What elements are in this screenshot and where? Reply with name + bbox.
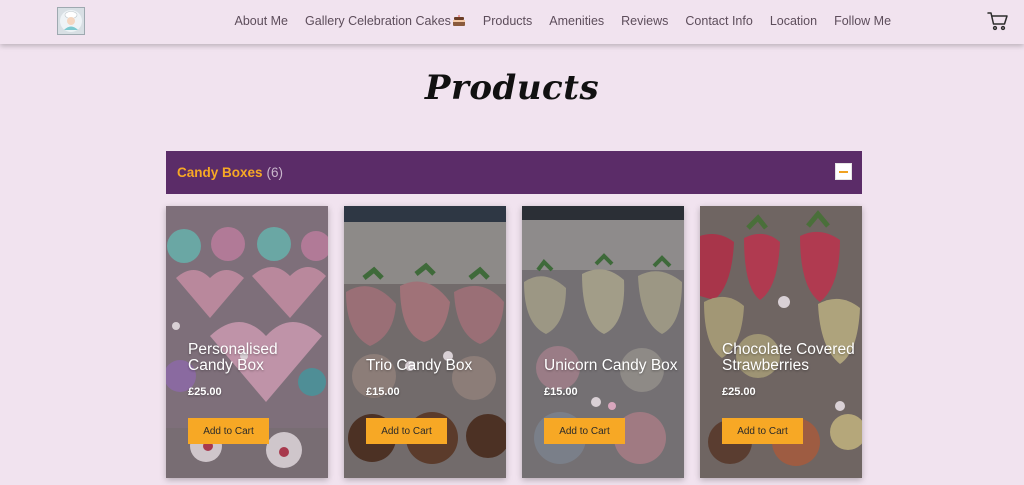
nav-about-me[interactable]: About Me [235, 14, 289, 28]
category-count: (6) [266, 165, 284, 180]
nav-label: Amenities [549, 14, 605, 28]
product-price: £25.00 [188, 386, 222, 398]
top-navigation-bar: About Me Gallery Celebration Cakes Produ… [0, 0, 1024, 44]
nav-label: About Me [234, 14, 289, 28]
nav-label: Location [769, 14, 818, 28]
product-name: Unicorn Candy Box [544, 357, 678, 374]
nav-label: Products [482, 14, 533, 28]
product-price: £25.00 [722, 386, 756, 398]
nav-location[interactable]: Location [770, 14, 817, 28]
cake-icon [452, 15, 465, 26]
nav-amenities[interactable]: Amenities [549, 14, 604, 28]
cart-icon [987, 12, 1008, 31]
product-card[interactable]: Chocolate Covered Strawberries £25.00 Ad… [700, 206, 862, 478]
nav-label: Reviews [621, 14, 669, 28]
nav-contact-info[interactable]: Contact Info [685, 14, 752, 28]
product-name: Chocolate Covered Strawberries [722, 341, 855, 374]
category-name: Candy Boxes [177, 165, 263, 180]
product-price: £15.00 [366, 386, 400, 398]
nav-label: Follow Me [834, 14, 892, 28]
nav-label: Contact Info [685, 14, 753, 28]
product-card[interactable]: Unicorn Candy Box £15.00 Add to Cart [522, 206, 684, 478]
baker-avatar-icon [60, 10, 82, 32]
nav-gallery-celebration-cakes[interactable]: Gallery Celebration Cakes [305, 14, 466, 28]
collapse-button[interactable] [835, 163, 852, 180]
product-name: Trio Candy Box [366, 357, 473, 374]
product-card[interactable]: Trio Candy Box £15.00 Add to Cart [344, 206, 506, 478]
add-to-cart-button[interactable]: Add to Cart [188, 418, 269, 444]
nav-products[interactable]: Products [483, 14, 532, 28]
category-header[interactable]: Candy Boxes (6) [166, 151, 862, 194]
main-nav: About Me Gallery Celebration Cakes Produ… [226, 0, 900, 42]
nav-label: Gallery Celebration Cakes [305, 14, 451, 28]
page-title: Products [424, 68, 600, 108]
minus-icon [839, 170, 848, 173]
product-price: £15.00 [544, 386, 578, 398]
product-name: Personalised Candy Box [188, 341, 278, 374]
nav-follow-me[interactable]: Follow Me [834, 14, 891, 28]
nav-reviews[interactable]: Reviews [621, 14, 668, 28]
cart-button[interactable] [987, 11, 1009, 31]
add-to-cart-button[interactable]: Add to Cart [366, 418, 447, 444]
logo[interactable] [57, 7, 85, 35]
product-card[interactable]: Personalised Candy Box £25.00 Add to Car… [166, 206, 328, 478]
add-to-cart-button[interactable]: Add to Cart [544, 418, 625, 444]
add-to-cart-button[interactable]: Add to Cart [722, 418, 803, 444]
